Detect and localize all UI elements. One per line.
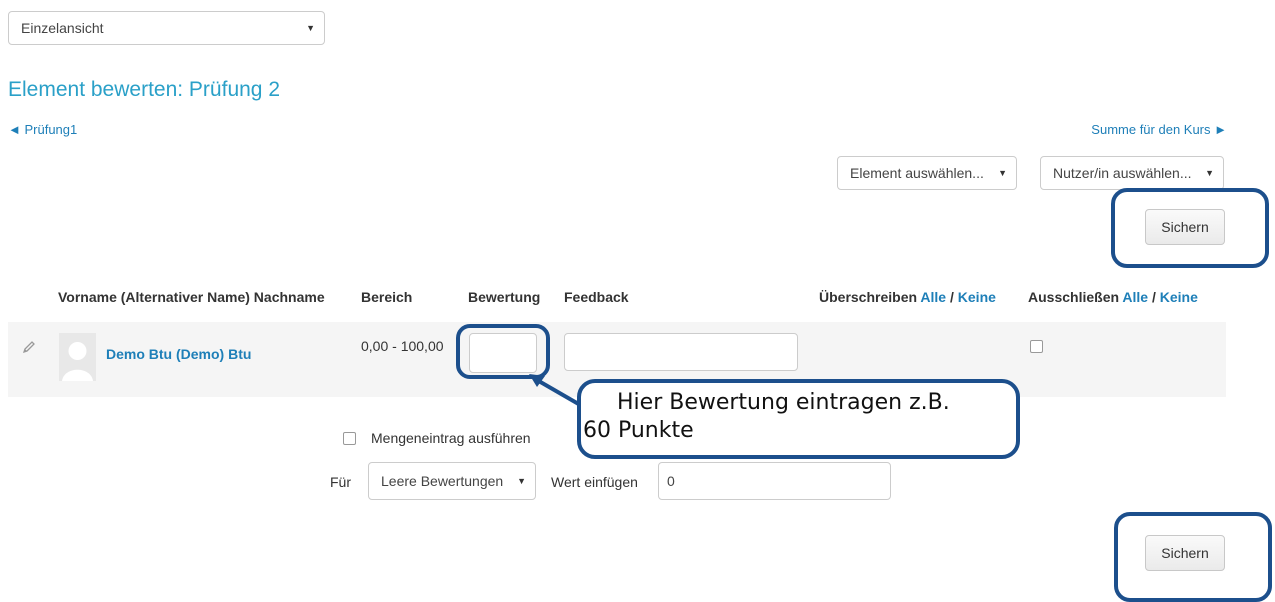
exclude-all-link[interactable]: Alle (1122, 289, 1148, 305)
user-select-value: Nutzer/in auswählen... (1053, 165, 1192, 181)
separator: / (1151, 289, 1156, 305)
insert-value-input[interactable]: 0 (658, 462, 891, 500)
override-none-link[interactable]: Keine (958, 289, 996, 305)
feedback-input[interactable] (564, 333, 798, 371)
for-label: Für (330, 474, 351, 490)
prev-item-link[interactable]: ◄ Prüfung1 (8, 122, 77, 137)
bulk-insert-checkbox[interactable] (343, 432, 356, 445)
header-exclude-label: Ausschließen (1028, 289, 1120, 305)
view-select[interactable]: Einzelansicht ▼ (8, 11, 325, 45)
student-name-link[interactable]: Demo Btu (Demo) Btu (106, 346, 251, 362)
for-select-value: Leere Bewertungen (381, 473, 504, 489)
insert-value-label: Wert einfügen (551, 474, 638, 490)
highlight-save-bottom (1114, 512, 1272, 602)
insert-value: 0 (667, 473, 675, 489)
course-total-link[interactable]: Summe für den Kurs ► (1091, 122, 1227, 137)
header-exclude: Ausschließen Alle / Keine (1028, 289, 1198, 305)
exclude-checkbox[interactable] (1030, 340, 1043, 353)
header-override-label: Überschreiben (819, 289, 918, 305)
annotation-arrow (529, 374, 584, 408)
user-select[interactable]: Nutzer/in auswählen... ▼ (1040, 156, 1224, 190)
avatar (59, 333, 96, 381)
chevron-down-icon: ▼ (1205, 168, 1214, 178)
header-grade: Bewertung (468, 289, 541, 305)
element-select[interactable]: Element auswählen... ▼ (837, 156, 1017, 190)
header-name: Vorname (Alternativer Name) Nachname (58, 289, 325, 305)
grade-range: 0,00 - 100,00 (361, 338, 444, 354)
highlight-save-top (1111, 188, 1269, 268)
chevron-down-icon: ▼ (517, 476, 526, 486)
view-select-value: Einzelansicht (21, 20, 104, 36)
chevron-down-icon: ▼ (998, 168, 1007, 178)
element-select-value: Element auswählen... (850, 165, 984, 181)
annotation-line-2: 60 Punkte (583, 418, 694, 443)
header-override: Überschreiben Alle / Keine (819, 289, 996, 305)
annotation-callout: Hier Bewertung eintragen z.B. 60 Punkte (577, 379, 1020, 459)
page-title: Element bewerten: Prüfung 2 (8, 78, 280, 101)
header-feedback: Feedback (564, 289, 629, 305)
annotation-line-1: Hier Bewertung eintragen z.B. (617, 390, 950, 415)
pencil-icon[interactable] (22, 340, 36, 354)
for-select[interactable]: Leere Bewertungen ▼ (368, 462, 536, 500)
exclude-none-link[interactable]: Keine (1160, 289, 1198, 305)
override-all-link[interactable]: Alle (920, 289, 946, 305)
header-range: Bereich (361, 289, 413, 305)
bulk-insert-label: Mengeneintrag ausführen (371, 430, 531, 446)
separator: / (950, 289, 954, 305)
chevron-down-icon: ▼ (306, 23, 315, 33)
